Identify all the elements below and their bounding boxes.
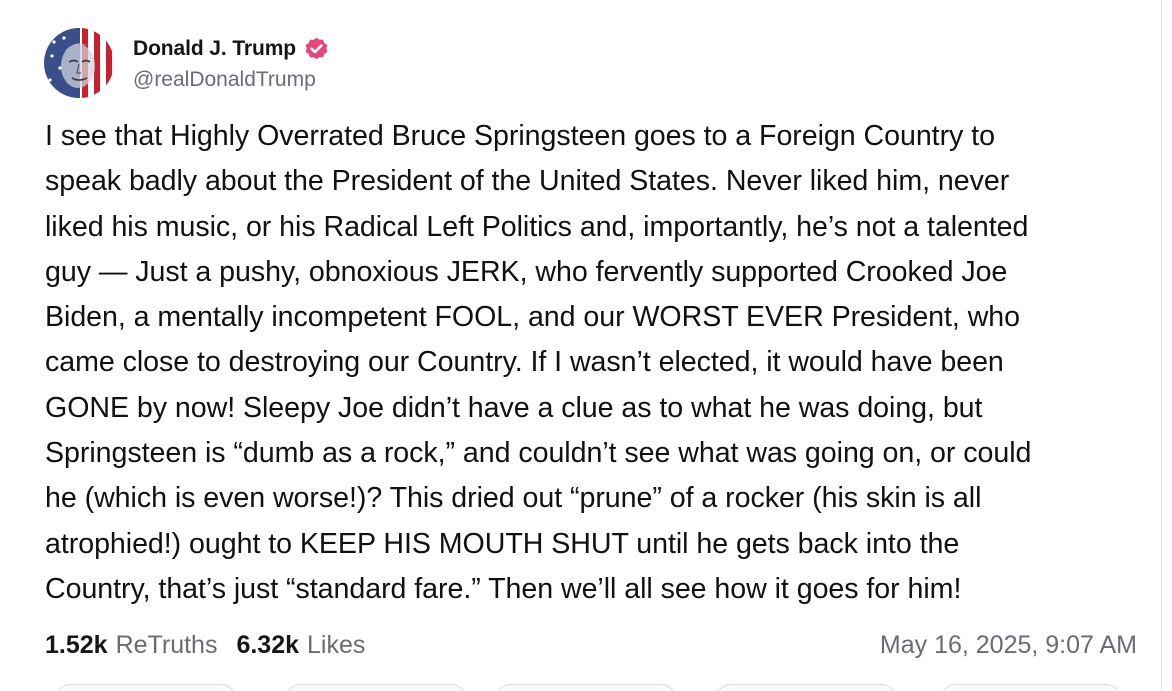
post-timestamp[interactable]: May 16, 2025, 9:07 AM <box>880 631 1137 660</box>
post-text-line: speak badly about the President of the U… <box>45 165 1010 198</box>
author-names: Donald J. Trump @realDonaldTrump <box>133 34 330 92</box>
post-footer: 1.52k ReTruths 6.32k Likes May 16, 2025,… <box>45 626 1137 664</box>
reply-button[interactable] <box>55 684 237 691</box>
post-text-line: came close to destroying our Country. If… <box>45 346 1004 379</box>
likes-count: 6.32k <box>236 630 300 659</box>
like-button[interactable] <box>495 684 677 691</box>
retruths-label: ReTruths <box>115 630 218 659</box>
share-button[interactable] <box>715 684 897 691</box>
post-text-line: I see that Highly Overrated Bruce Spring… <box>45 120 995 152</box>
post-text-line: Springsteen is “dumb as a rock,” and cou… <box>45 437 1032 470</box>
author-display-name[interactable]: Donald J. Trump <box>133 37 296 61</box>
post-text-line: Biden, a mentally incompetent FOOL, and … <box>45 301 1021 334</box>
more-button[interactable] <box>940 684 1122 691</box>
author-handle[interactable]: @realDonaldTrump <box>133 68 330 92</box>
likes-label: Likes <box>307 630 366 659</box>
post-text-line: atrophied!) ought to KEEP HIS MOUTH SHUT… <box>45 527 960 560</box>
verified-badge-icon <box>303 36 330 63</box>
likes-stat[interactable]: 6.32k Likes <box>236 631 365 660</box>
post-text-line: guy — Just a pushy, obnoxious JERK, who … <box>45 255 1008 288</box>
retruths-count: 1.52k <box>45 630 108 659</box>
retruths-stat[interactable]: 1.52k ReTruths <box>45 631 217 660</box>
post-text-line: Country, that’s just “standard fare.” Th… <box>45 572 962 605</box>
post-card: Donald J. Trump @realDonaldTrump I see t… <box>0 0 1162 691</box>
post-text-line: GONE by now! Sleepy Joe didn’t have a cl… <box>45 391 983 424</box>
post-text-line: he (which is even worse!)? This dried ou… <box>45 482 982 515</box>
avatar[interactable] <box>44 28 114 98</box>
post-header: Donald J. Trump @realDonaldTrump <box>44 28 330 98</box>
retruth-button[interactable] <box>285 684 467 691</box>
avatar-image <box>44 28 114 98</box>
name-row: Donald J. Trump <box>133 34 330 64</box>
action-bar <box>55 684 1125 691</box>
post-text: I see that Highly Overrated Bruce Spring… <box>45 114 1135 612</box>
post-text-line: liked his music, or his Radical Left Pol… <box>45 210 1029 243</box>
